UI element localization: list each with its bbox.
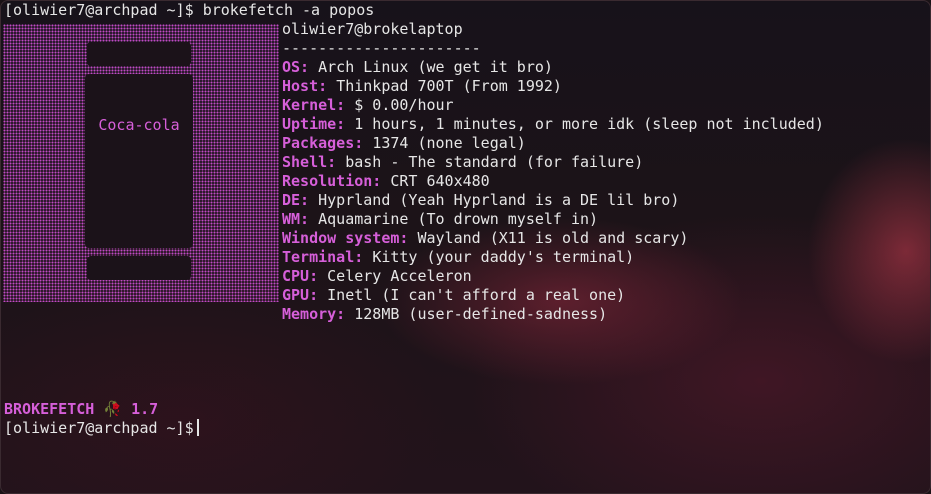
brand-line: BROKEFETCH 🥀 1.7	[4, 400, 158, 419]
info-value: Hyprland (Yeah Hyprland is a DE lil bro)	[318, 191, 680, 209]
phone-speaker	[87, 42, 191, 66]
info-value: Arch Linux (we get it bro)	[318, 58, 553, 76]
ascii-art-label: Coca-cola	[98, 116, 180, 134]
info-row: Kernel: $ 0.00/hour	[282, 96, 824, 115]
command-text: brokefetch -a popos	[202, 1, 375, 19]
info-row: Packages: 1374 (none legal)	[282, 134, 824, 153]
separator: ----------------------	[282, 39, 481, 57]
info-key: Uptime:	[282, 115, 346, 133]
info-value: Inetl (I can't afford a real one)	[327, 286, 626, 304]
info-row: Window system: Wayland (X11 is old and s…	[282, 229, 824, 248]
ascii-phone-art: Coca-cola	[3, 24, 279, 302]
info-value: bash - The standard (for failure)	[345, 153, 644, 171]
info-row: GPU: Inetl (I can't afford a real one)	[282, 286, 824, 305]
info-key: Host:	[282, 77, 328, 95]
phone-home-button	[87, 256, 191, 280]
info-row: Memory: 128MB (user-defined-sadness)	[282, 305, 824, 324]
info-value: Thinkpad 700T (From 1992)	[336, 77, 562, 95]
phone-screen	[85, 74, 193, 248]
prompt: [oliwier7@archpad ~]$	[4, 1, 194, 19]
info-key: Kernel:	[282, 96, 346, 114]
info-list: OS: Arch Linux (we get it bro) Host: Thin…	[282, 58, 824, 324]
user-host: oliwier7@brokelaptop	[282, 20, 463, 38]
info-value: 128MB (user-defined-sadness)	[354, 305, 608, 323]
info-row: Uptime: 1 hours, 1 minutes, or more idk …	[282, 115, 824, 134]
info-key: Window system:	[282, 229, 409, 247]
info-row: DE: Hyprland (Yeah Hyprland is a DE lil …	[282, 191, 824, 210]
info-key: OS:	[282, 58, 310, 76]
info-value: $ 0.00/hour	[354, 96, 454, 114]
brand-name: BROKEFETCH	[4, 400, 95, 418]
info-value: Wayland (X11 is old and scary)	[417, 229, 689, 247]
info-row: Host: Thinkpad 700T (From 1992)	[282, 77, 824, 96]
info-key: Memory:	[282, 305, 346, 323]
info-value: Celery Acceleron	[327, 267, 472, 285]
info-value: 1 hours, 1 minutes, or more idk (sleep n…	[354, 115, 824, 133]
terminal-window[interactable]: [oliwier7@archpad ~]$ brokefetch -a popo…	[0, 0, 931, 494]
info-key: WM:	[282, 210, 310, 228]
version-number: 1.7	[131, 400, 159, 418]
info-row: WM: Aquamarine (To drown myself in)	[282, 210, 824, 229]
info-value: CRT 640x480	[390, 172, 490, 190]
text-cursor	[196, 419, 199, 436]
info-key: Resolution:	[282, 172, 382, 190]
info-row: Shell: bash - The standard (for failure)	[282, 153, 824, 172]
info-value: Aquamarine (To drown myself in)	[318, 210, 599, 228]
info-value: Kitty (your daddy's terminal)	[372, 248, 635, 266]
info-value: 1374 (none legal)	[372, 134, 526, 152]
info-row: CPU: Celery Acceleron	[282, 267, 824, 286]
info-key: Terminal:	[282, 248, 364, 266]
rose-icon: 🥀	[103, 400, 123, 418]
prompt: [oliwier7@archpad ~]$	[4, 419, 194, 437]
info-row: OS: Arch Linux (we get it bro)	[282, 58, 824, 77]
info-row: Terminal: Kitty (your daddy's terminal)	[282, 248, 824, 267]
command-line: [oliwier7@archpad ~]$ brokefetch -a popo…	[4, 1, 374, 20]
input-line[interactable]: [oliwier7@archpad ~]$	[4, 419, 199, 438]
system-info: oliwier7@brokelaptop -------------------…	[282, 20, 824, 324]
info-key: CPU:	[282, 267, 319, 285]
info-key: Packages:	[282, 134, 364, 152]
info-key: GPU:	[282, 286, 319, 304]
info-key: DE:	[282, 191, 310, 209]
info-key: Shell:	[282, 153, 337, 171]
info-row: Resolution: CRT 640x480	[282, 172, 824, 191]
